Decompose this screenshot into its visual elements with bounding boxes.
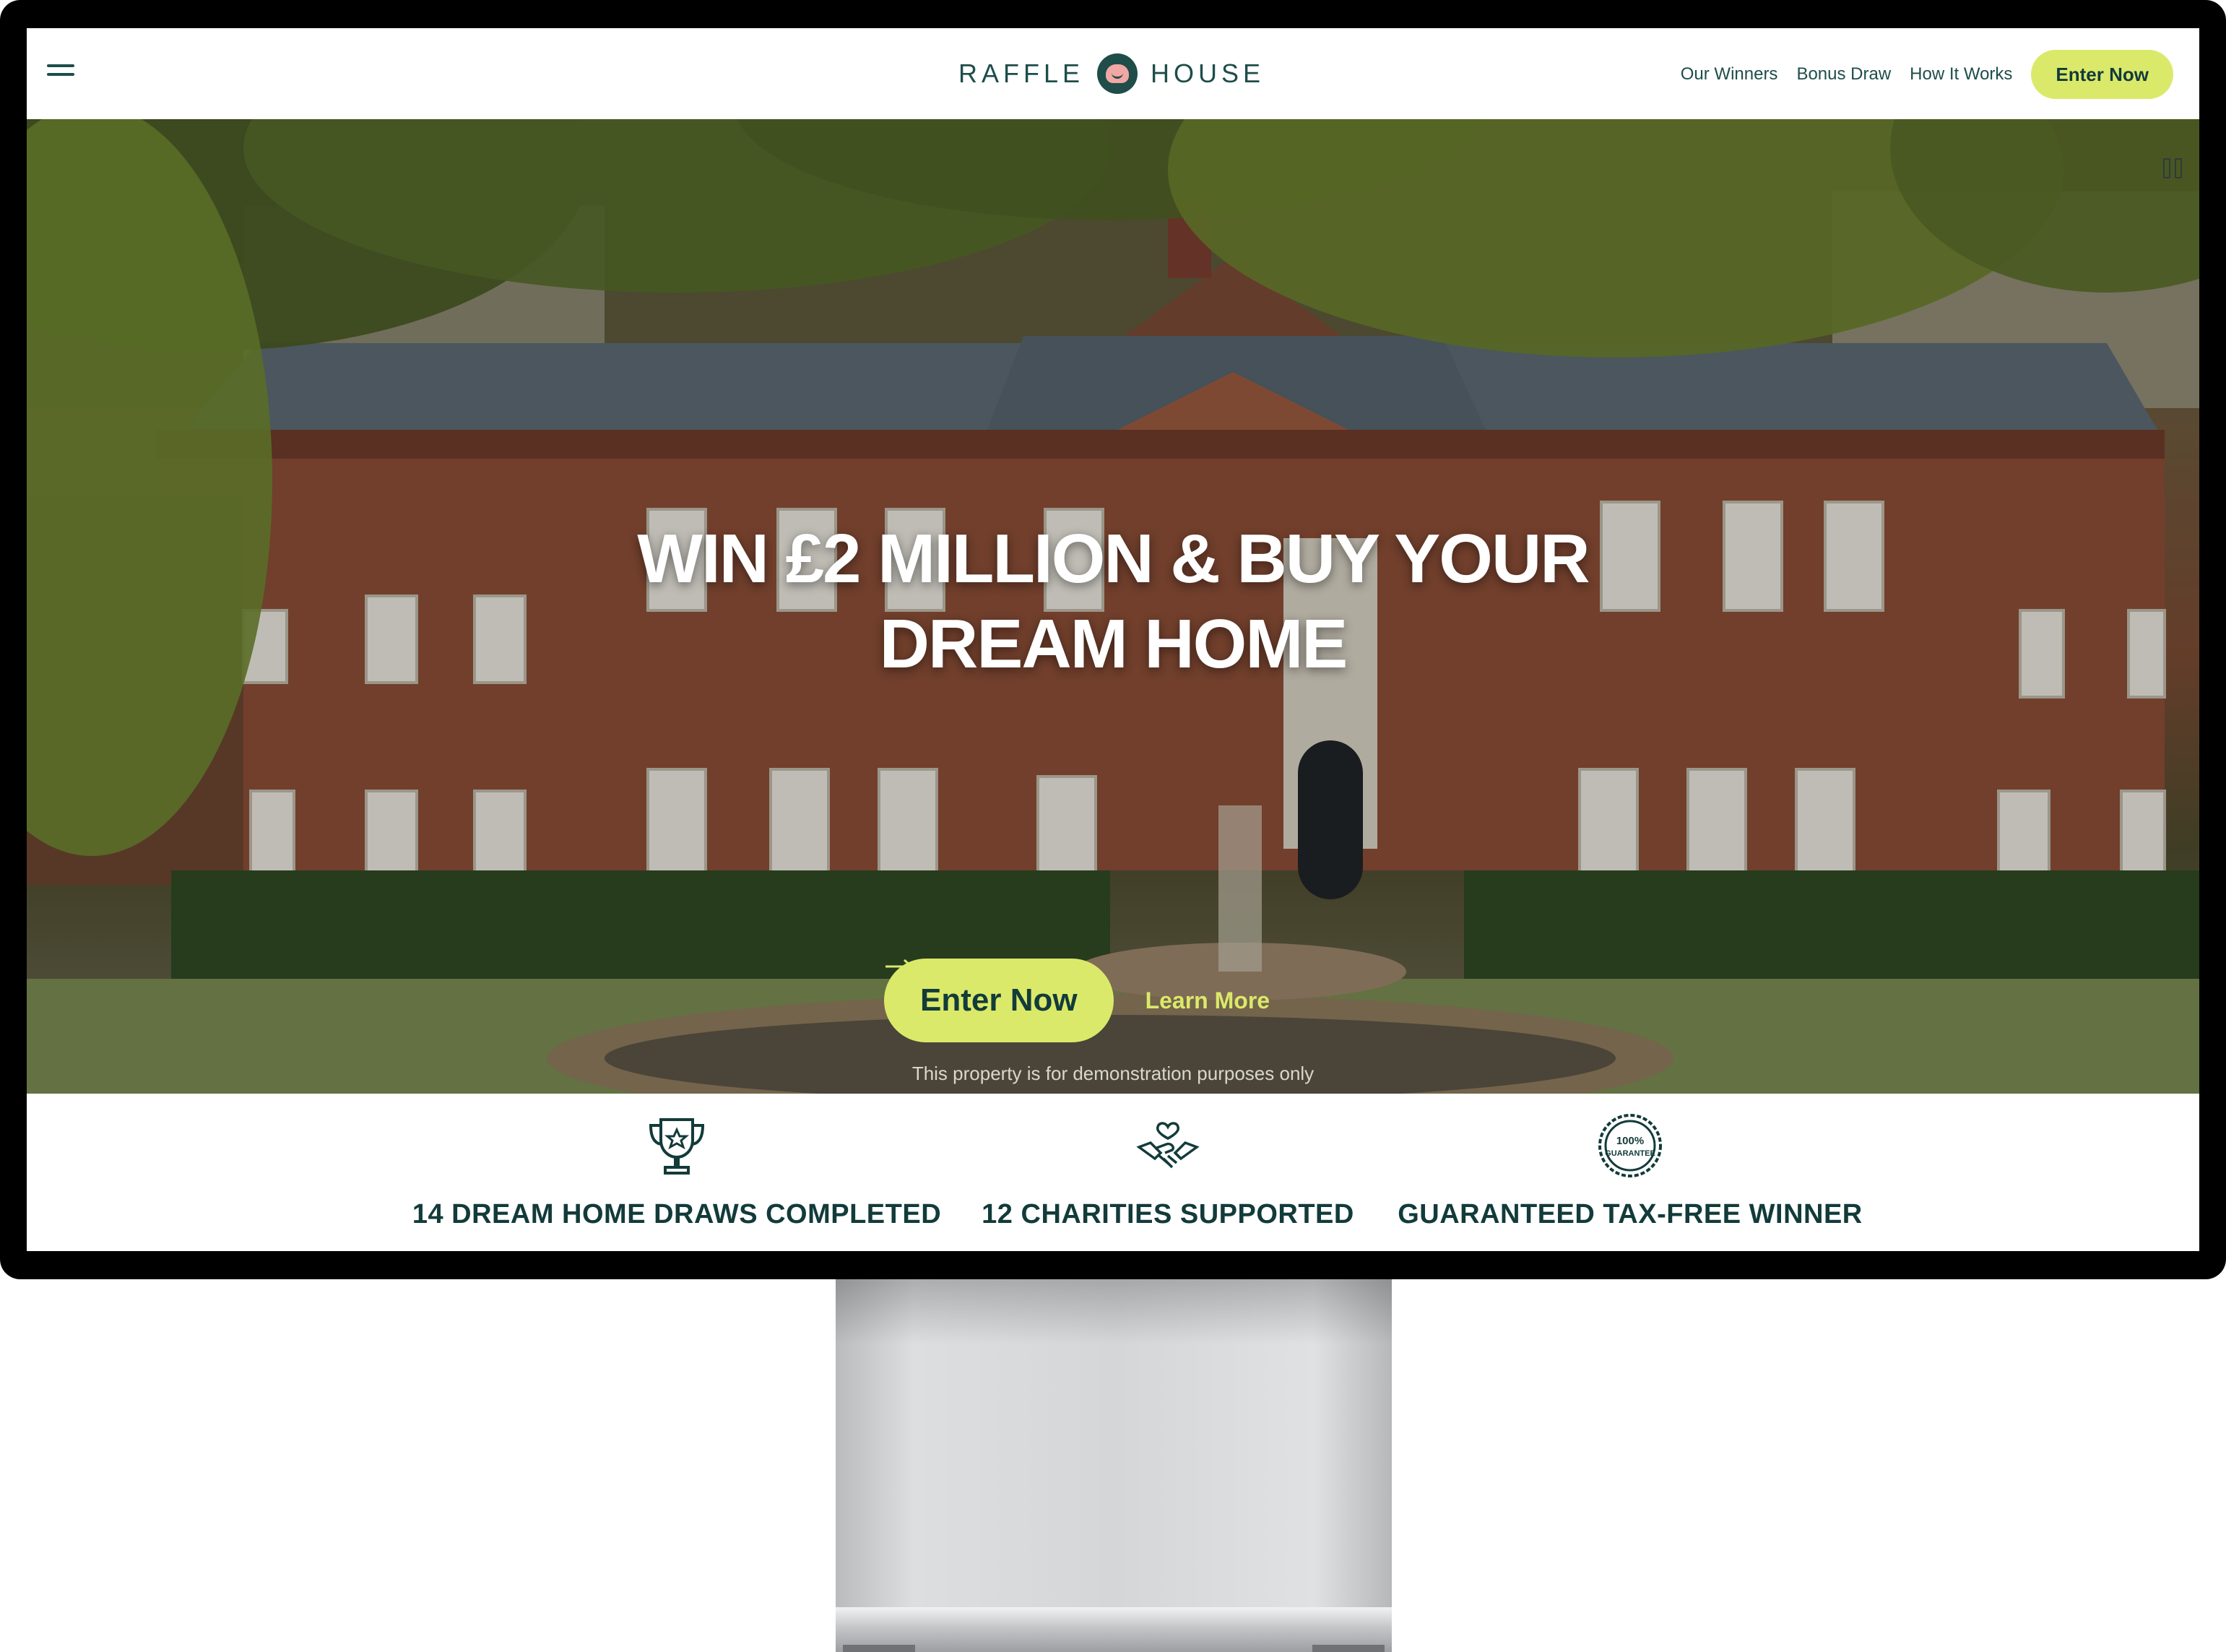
- brand-logo[interactable]: RAFFLE HOUSE: [958, 51, 1265, 96]
- pig-logo-icon: [1097, 53, 1138, 94]
- monitor-stand: [836, 1279, 1392, 1652]
- stat-tax-free: 100% GUARANTEE GUARANTEED TAX-FREE WINNE…: [1377, 1094, 1883, 1251]
- svg-text:GUARANTEE: GUARANTEE: [1605, 1149, 1655, 1158]
- nav-link-how-it-works[interactable]: How It Works: [1910, 64, 2012, 85]
- hero-heading-line-1: WIN £2 MILLION & BUY YOUR: [637, 520, 1590, 597]
- nav-enter-now-button[interactable]: Enter Now: [2031, 50, 2173, 99]
- stats-bar: 14 DREAM HOME DRAWS COMPLETED 12 CHARITI…: [27, 1094, 2199, 1251]
- hero-heading-line-2: DREAM HOME: [879, 605, 1348, 683]
- stat-charities-supported: 12 CHARITIES SUPPORTED: [966, 1094, 1370, 1251]
- trophy-icon: [649, 1118, 705, 1175]
- stat-draws-completed: 14 DREAM HOME DRAWS COMPLETED: [395, 1094, 958, 1251]
- nav-links: Our Winners Bonus Draw How It Works Ente…: [1681, 50, 2173, 99]
- hero-actions: Enter Now Learn More: [884, 959, 1270, 1042]
- learn-more-link[interactable]: Learn More: [885, 959, 1270, 1014]
- handshake-heart-icon: [1136, 1122, 1200, 1169]
- pause-video-icon[interactable]: [2160, 155, 2186, 181]
- top-navigation: RAFFLE HOUSE Our Winners Bonus Draw How …: [27, 28, 2199, 120]
- nav-link-bonus-draw[interactable]: Bonus Draw: [1796, 64, 1891, 85]
- svg-text:100%: 100%: [1616, 1135, 1644, 1147]
- guarantee-badge-icon: 100% GUARANTEE: [1598, 1114, 1662, 1177]
- learn-more-label: Learn More: [1145, 987, 1270, 1013]
- arrow-right-icon: [885, 959, 914, 974]
- brand-name-right: HOUSE: [1151, 59, 1265, 88]
- hamburger-menu-icon[interactable]: [47, 60, 74, 79]
- brand-name-left: RAFFLE: [958, 59, 1085, 88]
- monitor-frame: RAFFLE HOUSE Our Winners Bonus Draw How …: [0, 0, 2226, 1279]
- stat-label: GUARANTEED TAX-FREE WINNER: [1398, 1199, 1863, 1229]
- stat-label: 14 DREAM HOME DRAWS COMPLETED: [412, 1199, 942, 1229]
- nav-link-our-winners[interactable]: Our Winners: [1681, 64, 1778, 85]
- hero-heading: WIN £2 MILLION & BUY YOUR DREAM HOME: [27, 516, 2199, 687]
- hero-section: WIN £2 MILLION & BUY YOUR DREAM HOME Ent…: [27, 119, 2199, 1094]
- stat-label: 12 CHARITIES SUPPORTED: [982, 1199, 1354, 1229]
- browser-viewport: RAFFLE HOUSE Our Winners Bonus Draw How …: [27, 28, 2199, 1251]
- hero-enter-now-button[interactable]: Enter Now: [884, 959, 1114, 1042]
- property-disclaimer: This property is for demonstration purpo…: [911, 1063, 1315, 1084]
